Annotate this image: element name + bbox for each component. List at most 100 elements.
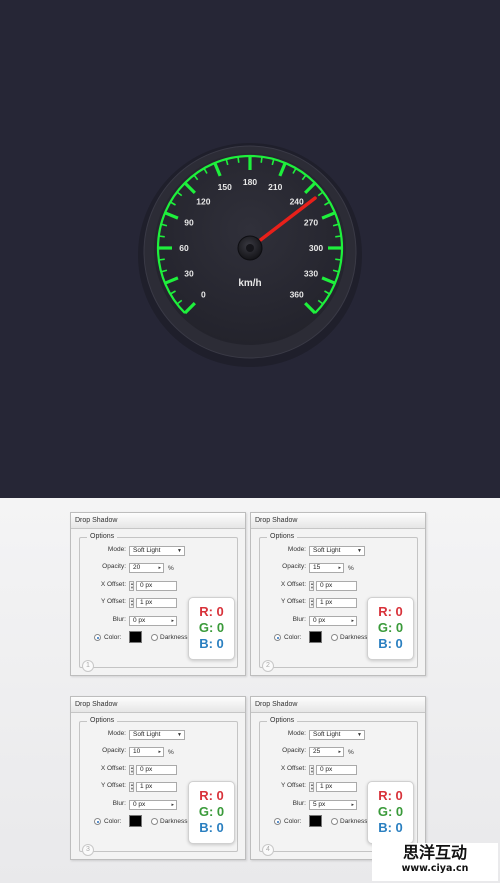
xoffset-label: X Offset: [100,581,126,588]
blur-value: 0 px [313,617,326,624]
mode-select[interactable]: Soft Light ▼ [129,546,185,556]
blur-label: Blur: [292,800,306,807]
opacity-field[interactable]: 25 ▸ [309,747,344,757]
yoffset-field[interactable]: 1 px [136,598,177,608]
darkness-radio[interactable] [331,634,338,641]
mode-select[interactable]: Soft Light ▼ [309,546,365,556]
blue-value: B: 0 [199,636,224,651]
scale-label: 120 [196,196,210,206]
rgb-badge: R: 0 G: 0 B: 0 [367,781,414,844]
color-swatch[interactable] [309,815,322,827]
darkness-radio[interactable] [151,634,158,641]
scale-label: 240 [290,196,304,206]
scale-label: 30 [184,268,194,278]
darkness-radio[interactable] [331,818,338,825]
yoffset-spinner[interactable]: ▲ ▼ [309,598,314,608]
mode-value: Soft Light [133,547,161,554]
color-radio[interactable] [94,634,101,641]
percent-label: % [348,749,354,756]
color-radio[interactable] [94,818,101,825]
darkness-label: Darkness: [340,634,370,641]
scale-label: 180 [243,177,257,187]
panel-title: Drop Shadow [251,513,425,529]
blur-label: Blur: [292,616,306,623]
opacity-field[interactable]: 15 ▸ [309,563,344,573]
color-label: Color: [104,818,122,825]
color-label: Color: [284,818,302,825]
panel-title: Drop Shadow [71,513,245,529]
color-radio[interactable] [274,634,281,641]
rgb-badge: R: 0 G: 0 B: 0 [188,781,235,844]
yoffset-label: Y Offset: [100,782,126,789]
yoffset-spinner[interactable]: ▲ ▼ [309,782,314,792]
percent-label: % [168,565,174,572]
xoffset-spinner[interactable]: ▲ ▼ [309,581,314,591]
blur-field[interactable]: 0 px ▸ [129,800,177,810]
darkness-radio[interactable] [151,818,158,825]
red-value: R: 0 [378,788,403,803]
mode-value: Soft Light [133,731,161,738]
red-value: R: 0 [378,604,403,619]
blur-label: Blur: [112,800,126,807]
scale-label: 360 [290,290,304,300]
blur-field[interactable]: 5 px ▸ [309,800,357,810]
color-label: Color: [284,634,302,641]
scale-label: 90 [184,218,194,228]
mode-label: Mode: [287,730,306,737]
yoffset-field[interactable]: 1 px [316,598,357,608]
green-value: G: 0 [377,804,404,819]
caret-right-icon: ▸ [338,749,341,755]
options-legend: Options [87,533,118,540]
xoffset-field[interactable]: 0 px [316,765,357,775]
dropdown-arrow-icon: ▼ [357,732,362,738]
darkness-label: Darkness: [340,818,370,825]
yoffset-field[interactable]: 1 px [316,782,357,792]
xoffset-spinner[interactable]: ▲ ▼ [129,581,134,591]
opacity-value: 15 [313,564,321,571]
xoffset-spinner[interactable]: ▲ ▼ [129,765,134,775]
xoffset-field[interactable]: 0 px [316,581,357,591]
opacity-value: 25 [313,748,321,755]
speedometer-area: 0 30 60 90 120 150 180 210 240 270 300 330 360 km/h [0,0,500,498]
blur-value: 5 px [313,801,326,808]
yoffset-field[interactable]: 1 px [136,782,177,792]
rgb-badge: R: 0 G: 0 B: 0 [367,597,414,660]
blur-value: 0 px [133,801,146,808]
color-swatch[interactable] [309,631,322,643]
yoffset-spinner[interactable]: ▲ ▼ [129,782,134,792]
watermark-url: www.ciya.cn [401,863,469,874]
dropdown-arrow-icon: ▼ [177,548,182,554]
xoffset-field[interactable]: 0 px [136,581,177,591]
color-swatch[interactable] [129,815,142,827]
yoffset-label: Y Offset: [100,598,126,605]
xoffset-field[interactable]: 0 px [136,765,177,775]
blur-field[interactable]: 0 px ▸ [129,616,177,626]
color-label: Color: [104,634,122,641]
mode-label: Mode: [287,546,306,553]
blur-field[interactable]: 0 px ▸ [309,616,357,626]
red-value: R: 0 [199,604,224,619]
step-number: 1 [82,660,94,672]
xoffset-label: X Offset: [100,765,126,772]
percent-label: % [168,749,174,756]
mode-select[interactable]: Soft Light ▼ [129,730,185,740]
color-swatch[interactable] [129,631,142,643]
opacity-value: 10 [133,748,141,755]
yoffset-spinner[interactable]: ▲ ▼ [129,598,134,608]
xoffset-spinner[interactable]: ▲ ▼ [309,765,314,775]
dropdown-arrow-icon: ▼ [177,732,182,738]
blue-value: B: 0 [378,820,403,835]
opacity-value: 20 [133,564,141,571]
color-radio[interactable] [274,818,281,825]
blue-value: B: 0 [378,636,403,651]
blue-value: B: 0 [199,820,224,835]
dropdown-arrow-icon: ▼ [357,548,362,554]
mode-select[interactable]: Soft Light ▼ [309,730,365,740]
caret-right-icon: ▸ [171,618,174,624]
percent-label: % [348,565,354,572]
opacity-field[interactable]: 10 ▸ [129,747,164,757]
options-legend: Options [267,717,298,724]
xoffset-label: X Offset: [280,765,306,772]
green-value: G: 0 [198,804,225,819]
opacity-field[interactable]: 20 ▸ [129,563,164,573]
